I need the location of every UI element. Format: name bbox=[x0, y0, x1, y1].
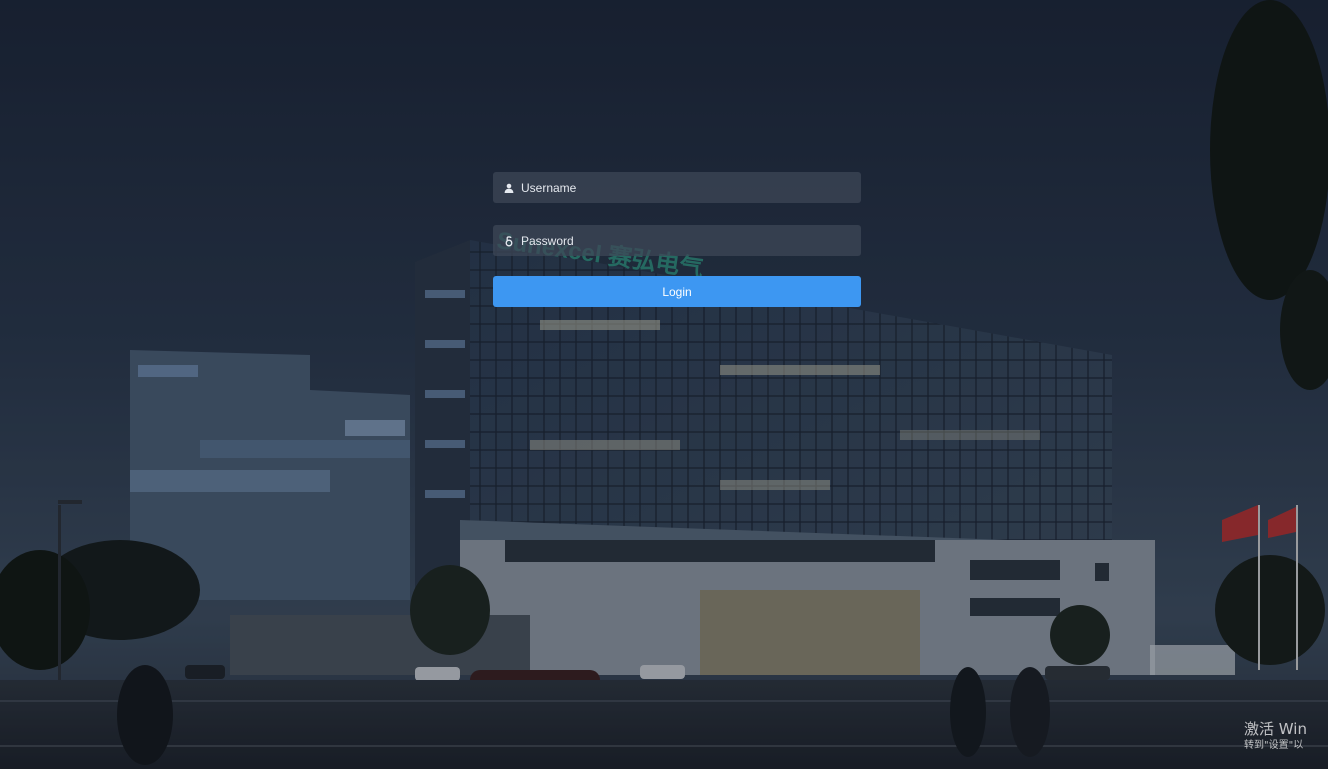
username-input[interactable] bbox=[521, 172, 861, 203]
password-input[interactable] bbox=[521, 225, 861, 256]
lock-icon bbox=[503, 235, 515, 247]
user-icon bbox=[503, 182, 515, 194]
building-background-image: Sunexcel 赛弘电气 bbox=[0, 0, 1328, 769]
windows-activation-watermark: 激活 Win 转到"设置"以 bbox=[1244, 719, 1328, 759]
watermark-subtitle: 转到"设置"以 bbox=[1244, 740, 1304, 751]
watermark-title: 激活 Win bbox=[1244, 720, 1307, 738]
login-page: Sunexcel 赛弘电气 bbox=[0, 0, 1328, 769]
password-field[interactable] bbox=[493, 225, 861, 256]
username-field[interactable] bbox=[493, 172, 861, 203]
login-button[interactable]: Login bbox=[493, 276, 861, 307]
